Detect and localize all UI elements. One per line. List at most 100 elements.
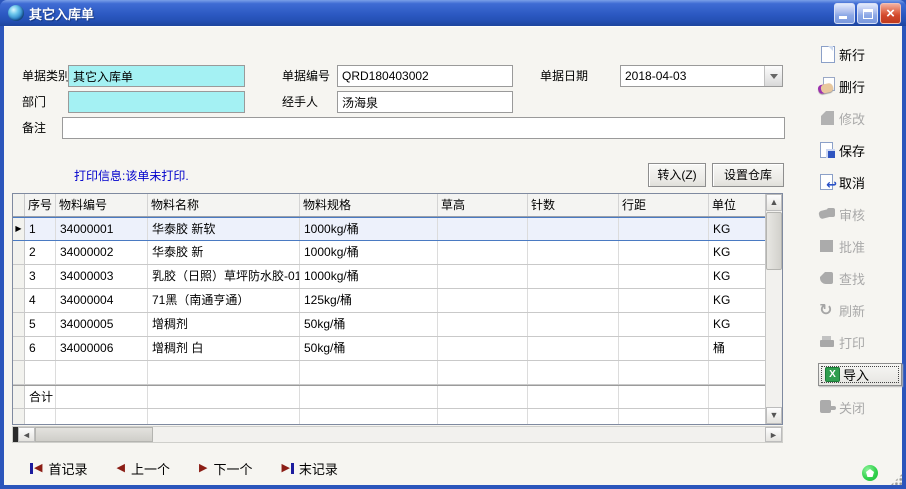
grid-cell[interactable]: 34000001 xyxy=(56,218,148,240)
import-button[interactable]: 导入 xyxy=(818,363,902,386)
prev-record-button[interactable]: ◀上一个 xyxy=(115,459,169,478)
grid-cell[interactable] xyxy=(619,361,709,384)
grid-cell[interactable]: 6 xyxy=(25,337,56,360)
grid-cell[interactable]: 50kg/桶 xyxy=(300,313,438,336)
grid-cell[interactable]: 50kg/桶 xyxy=(300,337,438,360)
vertical-scroll-thumb[interactable] xyxy=(766,212,782,270)
grid-cell[interactable] xyxy=(528,289,619,312)
horizontal-scroll-thumb[interactable] xyxy=(35,427,153,442)
grid-row[interactable]: 634000006增稠剂 白50kg/桶 桶 xyxy=(13,337,766,361)
grid-cell[interactable]: 5 xyxy=(25,313,56,336)
grid-cell[interactable]: 34000002 xyxy=(56,241,148,264)
grid-cell[interactable]: KG xyxy=(709,218,766,240)
doc-type-input[interactable] xyxy=(68,65,245,87)
grid-cell[interactable]: 1 xyxy=(25,218,56,240)
column-header-grass_height[interactable]: 草高 xyxy=(438,194,528,216)
grid-cell[interactable] xyxy=(300,386,438,408)
column-header-needle_count[interactable]: 针数 xyxy=(528,194,619,216)
grid-cell[interactable]: 1000kg/桶 xyxy=(300,218,438,240)
grid-cell[interactable] xyxy=(438,265,528,288)
grid-cell[interactable] xyxy=(25,409,56,424)
grid-cell[interactable] xyxy=(438,361,528,384)
grid-cell[interactable] xyxy=(25,361,56,384)
grid-empty-row[interactable] xyxy=(13,409,766,424)
grid-cell[interactable] xyxy=(619,241,709,264)
grid-cell[interactable] xyxy=(528,386,619,408)
grid-cell[interactable]: KG xyxy=(709,313,766,336)
grid-cell[interactable]: 华泰胶 新 xyxy=(148,241,300,264)
vertical-scrollbar[interactable]: ▲ ▼ xyxy=(765,194,782,424)
column-header-code[interactable]: 物料编号 xyxy=(56,194,148,216)
grid-cell[interactable]: 1000kg/桶 xyxy=(300,241,438,264)
grid-cell[interactable] xyxy=(528,337,619,360)
grid-cell[interactable] xyxy=(619,313,709,336)
doc-no-input[interactable] xyxy=(337,65,513,87)
grid-cell[interactable] xyxy=(148,386,300,408)
column-header-name[interactable]: 物料名称 xyxy=(148,194,300,216)
grid-cell[interactable] xyxy=(619,386,709,408)
grid-row[interactable]: 234000002华泰胶 新1000kg/桶KG xyxy=(13,241,766,265)
scroll-left-icon[interactable]: ◄ xyxy=(18,427,35,442)
grid-total-row[interactable]: 合计 xyxy=(13,385,766,409)
chevron-down-icon[interactable] xyxy=(764,66,782,86)
grid-cell[interactable] xyxy=(619,218,709,240)
grid-cell[interactable] xyxy=(438,337,528,360)
grid-cell[interactable] xyxy=(56,409,148,424)
next-record-button[interactable]: ▶下一个 xyxy=(198,459,252,478)
grid-cell[interactable]: 增稠剂 白 xyxy=(148,337,300,360)
scroll-up-icon[interactable]: ▲ xyxy=(766,194,782,211)
grid-cell[interactable] xyxy=(438,289,528,312)
grid-cell[interactable] xyxy=(619,265,709,288)
cancel-button[interactable]: 取消 xyxy=(818,171,900,193)
grid-row[interactable]: 334000003乳胶（日照）草坪防水胶-011000kg/桶KG xyxy=(13,265,766,289)
grid-cell[interactable] xyxy=(56,361,148,384)
titlebar[interactable]: 其它入库单 × xyxy=(0,0,906,26)
grid-cell[interactable] xyxy=(528,313,619,336)
grid-cell[interactable]: 34000006 xyxy=(56,337,148,360)
grid-row[interactable]: 534000005增稠剂50kg/桶 KG xyxy=(13,313,766,337)
grid-row[interactable]: ▶134000001华泰胶 新软1000kg/桶KG xyxy=(13,217,766,241)
grid-cell[interactable] xyxy=(438,409,528,424)
grid-cell[interactable] xyxy=(709,361,766,384)
grid-cell[interactable] xyxy=(300,361,438,384)
grid-cell[interactable] xyxy=(619,337,709,360)
grid-cell[interactable]: 华泰胶 新软 xyxy=(148,218,300,240)
grid-cell[interactable] xyxy=(148,409,300,424)
grid-cell[interactable] xyxy=(528,241,619,264)
grid-cell[interactable]: 4 xyxy=(25,289,56,312)
grid-cell[interactable] xyxy=(148,361,300,384)
handler-input[interactable] xyxy=(337,91,513,113)
column-header-spec[interactable]: 物料规格 xyxy=(300,194,438,216)
grid-cell[interactable]: 增稠剂 xyxy=(148,313,300,336)
dept-input[interactable] xyxy=(68,91,245,113)
remark-input[interactable] xyxy=(62,117,785,139)
last-record-button[interactable]: ▶末记录 xyxy=(280,459,337,478)
doc-date-combobox[interactable]: 2018-04-03 xyxy=(620,65,783,87)
grid-cell[interactable]: 桶 xyxy=(709,337,766,360)
column-header-unit[interactable]: 单位 xyxy=(709,194,766,216)
scroll-down-icon[interactable]: ▼ xyxy=(766,407,782,424)
grid-cell[interactable] xyxy=(528,361,619,384)
set-warehouse-button[interactable]: 设置仓库 xyxy=(712,163,784,187)
transfer-button[interactable]: 转入(Z) xyxy=(648,163,706,187)
grid-row[interactable]: 43400000471黑（南通亨通）125kg/桶KG xyxy=(13,289,766,313)
grid-cell[interactable]: 合计 xyxy=(25,386,56,408)
minimize-button[interactable] xyxy=(834,3,855,24)
grid-cell[interactable]: KG xyxy=(709,289,766,312)
grid-cell[interactable]: 34000003 xyxy=(56,265,148,288)
grid-cell[interactable] xyxy=(709,409,766,424)
grid-cell[interactable] xyxy=(438,241,528,264)
grid-cell[interactable] xyxy=(438,386,528,408)
column-header-row_spacing[interactable]: 行距 xyxy=(619,194,709,216)
grid-cell[interactable]: 2 xyxy=(25,241,56,264)
close-button[interactable]: × xyxy=(880,3,901,24)
column-header-seq[interactable]: 序号 xyxy=(25,194,56,216)
grid-cell[interactable] xyxy=(300,409,438,424)
grid-empty-row[interactable] xyxy=(13,361,766,385)
grid-cell[interactable] xyxy=(528,218,619,240)
grid-cell[interactable] xyxy=(438,218,528,240)
grid-cell[interactable]: 乳胶（日照）草坪防水胶-01 xyxy=(148,265,300,288)
first-record-button[interactable]: ◀首记录 xyxy=(30,459,87,478)
grid-cell[interactable]: 34000005 xyxy=(56,313,148,336)
grid-cell[interactable]: 34000004 xyxy=(56,289,148,312)
